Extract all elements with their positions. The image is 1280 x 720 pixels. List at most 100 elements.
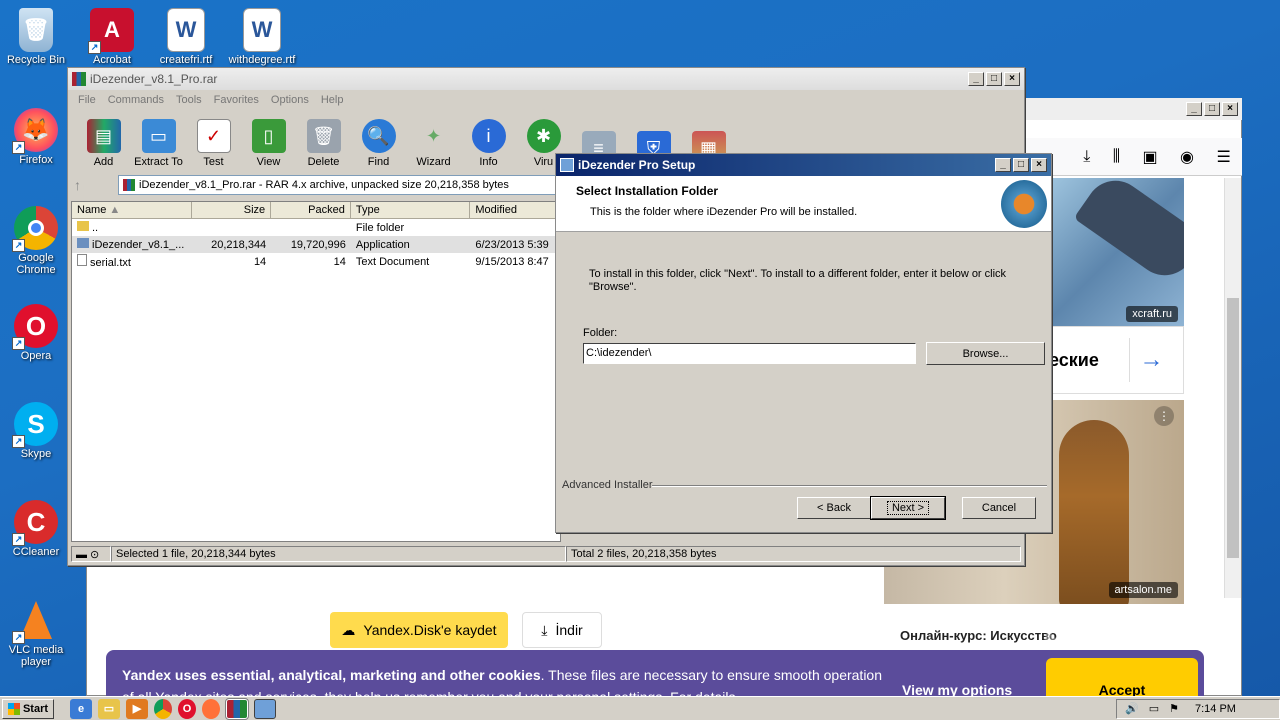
desktop-icon-label: withdegree.rtf: [228, 54, 296, 66]
desktop-icon-ccleaner[interactable]: C ↗ CCleaner: [0, 500, 72, 558]
recycle-bin-icon: 🗑: [19, 8, 53, 52]
file-row-parent[interactable]: .. File folder: [72, 219, 560, 236]
menu-favorites[interactable]: Favorites: [208, 94, 265, 106]
wand-icon: ✦: [425, 125, 442, 146]
cookie-bold-text: Yandex uses essential, analytical, marke…: [122, 667, 541, 683]
spaceship-shape: [1073, 178, 1184, 287]
menu-file[interactable]: File: [72, 94, 102, 106]
browser-maximize-button[interactable]: □: [1204, 102, 1220, 116]
column-packed-header[interactable]: Packed: [271, 202, 351, 218]
arrow-right-icon[interactable]: →: [1129, 338, 1173, 382]
tool-label: Info: [479, 156, 498, 168]
desktop-icon-chrome[interactable]: ↗ Google Chrome: [0, 206, 72, 276]
column-type-header[interactable]: Type: [351, 202, 471, 218]
desktop-icon-label: VLC media player: [8, 644, 64, 668]
winrar-title: iDezender_v8.1_Pro.rar: [90, 72, 218, 86]
setup-titlebar[interactable]: iDezender Pro Setup _ □ ×: [556, 154, 1051, 176]
skype-icon: S ↗: [12, 402, 58, 448]
ad-image-xcraft[interactable]: xcraft.ru: [1050, 178, 1184, 326]
desktop-icon-createfri[interactable]: W createfri.rtf: [150, 8, 222, 66]
tool-test-button[interactable]: ✓ Test: [186, 112, 241, 172]
tool-extract-button[interactable]: ▭ Extract To: [131, 112, 186, 172]
setup-maximize-button[interactable]: □: [1013, 158, 1029, 172]
browser-minimize-button[interactable]: _: [1186, 102, 1202, 116]
desktop-icon-opera[interactable]: O ↗ Opera: [0, 304, 72, 362]
tool-wizard-button[interactable]: ✦ Wizard: [406, 112, 461, 172]
course-card-title[interactable]: Онлайн-курс: Искусство: [900, 628, 1057, 643]
taskbar-explorer-icon[interactable]: ▭: [98, 698, 120, 719]
volume-icon[interactable]: 🔊: [1125, 702, 1139, 715]
menu-commands[interactable]: Commands: [102, 94, 170, 106]
flag-icon[interactable]: ⚑: [1169, 702, 1179, 715]
column-size-header[interactable]: Size: [192, 202, 272, 218]
sidebar-icon[interactable]: ▣: [1143, 147, 1158, 167]
desktop-icon-withdegree[interactable]: W withdegree.rtf: [226, 8, 298, 66]
yandex-disk-save-button[interactable]: ☁ Yandex.Disk'e kaydet: [330, 612, 508, 648]
desktop-icon-firefox[interactable]: 🦊 ↗ Firefox: [0, 108, 72, 166]
desktop-icon-recycle-bin[interactable]: 🗑 Recycle Bin: [0, 8, 72, 66]
setup-minimize-button[interactable]: _: [995, 158, 1011, 172]
taskbar-firefox-icon[interactable]: [202, 698, 220, 719]
view-options-link[interactable]: View my options: [902, 682, 1012, 696]
account-icon[interactable]: ◉: [1180, 147, 1194, 167]
next-button[interactable]: Next >: [870, 496, 946, 520]
desktop-icon-skype[interactable]: S ↗ Skype: [0, 402, 72, 460]
tool-label: Delete: [307, 156, 340, 168]
accept-cookies-button[interactable]: Accept: [1046, 658, 1198, 696]
start-button[interactable]: Start: [2, 698, 54, 719]
back-button[interactable]: < Back: [797, 497, 871, 519]
tool-find-button[interactable]: 🔍 Find: [351, 112, 406, 172]
taskbar-chrome-icon[interactable]: [154, 698, 172, 719]
taskbar-ie-icon[interactable]: e: [70, 698, 92, 719]
setup-subheading: This is the folder where iDezender Pro w…: [590, 206, 858, 218]
setup-close-button[interactable]: ×: [1031, 158, 1047, 172]
browser-toolbar: ⤓ ⫼ ▣ ◉ ☰: [1022, 138, 1242, 176]
column-modified-header[interactable]: Modified: [470, 202, 561, 218]
winrar-minimize-button[interactable]: _: [968, 72, 984, 86]
column-name-header[interactable]: Name ▲: [72, 202, 192, 218]
tool-info-button[interactable]: i Info: [461, 112, 516, 172]
next-label: Next >: [886, 501, 930, 515]
download-icon[interactable]: ⤓: [1083, 148, 1090, 166]
desktop-icon-label: Acrobat: [93, 54, 131, 66]
file-packed: 14: [333, 255, 346, 268]
scrollbar-thumb[interactable]: [1227, 298, 1239, 558]
up-arrow-icon[interactable]: ↑: [74, 177, 114, 193]
file-type: Application: [355, 238, 410, 251]
disk-icon: ☁: [341, 621, 356, 638]
back-label: < Back: [817, 502, 851, 514]
menu-icon[interactable]: ☰: [1216, 147, 1230, 167]
tool-delete-button[interactable]: 🗑 Delete: [296, 112, 351, 172]
taskbar-opera-icon[interactable]: O: [178, 698, 196, 719]
browser-scrollbar[interactable]: [1224, 178, 1241, 598]
taskbar-winrar-icon[interactable]: [225, 697, 249, 720]
file-row-idezender[interactable]: iDezender_v8.1_... 20,218,344 19,720,996…: [72, 236, 560, 253]
library-icon[interactable]: ⫼: [1113, 148, 1120, 166]
download-button[interactable]: ⤓ İndir: [522, 612, 602, 648]
more-options-icon[interactable]: ⋮: [1154, 406, 1174, 426]
taskbar-media-player-icon[interactable]: ▶: [126, 698, 148, 719]
tool-view-button[interactable]: ▯ View: [241, 112, 296, 172]
desktop-icon-vlc[interactable]: ↗ VLC media player: [0, 598, 72, 668]
clock[interactable]: 7:14 PM: [1195, 703, 1236, 715]
menu-help[interactable]: Help: [315, 94, 350, 106]
ad-card-text: еские: [1049, 349, 1099, 370]
menu-tools[interactable]: Tools: [170, 94, 208, 106]
network-icon[interactable]: ▭: [1149, 702, 1159, 715]
file-row-serial[interactable]: serial.txt 14 14 Text Document 9/15/2013…: [72, 253, 560, 270]
ad-card[interactable]: еские →: [1040, 326, 1184, 394]
winrar-titlebar[interactable]: iDezender_v8.1_Pro.rar _ □ ×: [68, 68, 1024, 90]
browser-close-button[interactable]: ×: [1222, 102, 1238, 116]
browse-button[interactable]: Browse...: [926, 342, 1045, 365]
folder-input[interactable]: C:\idezender\: [583, 343, 916, 364]
word-document-icon: W: [167, 8, 205, 52]
menu-options[interactable]: Options: [265, 94, 315, 106]
cancel-button[interactable]: Cancel: [962, 497, 1036, 519]
winrar-maximize-button[interactable]: □: [986, 72, 1002, 86]
installer-brand: Advanced Installer: [562, 479, 653, 491]
desktop-icon-acrobat[interactable]: A ↗ Acrobat: [76, 8, 148, 66]
rar-icon: [123, 179, 135, 191]
winrar-close-button[interactable]: ×: [1004, 72, 1020, 86]
tool-add-button[interactable]: ▤ Add: [76, 112, 131, 172]
taskbar-setup-icon[interactable]: [254, 698, 276, 719]
